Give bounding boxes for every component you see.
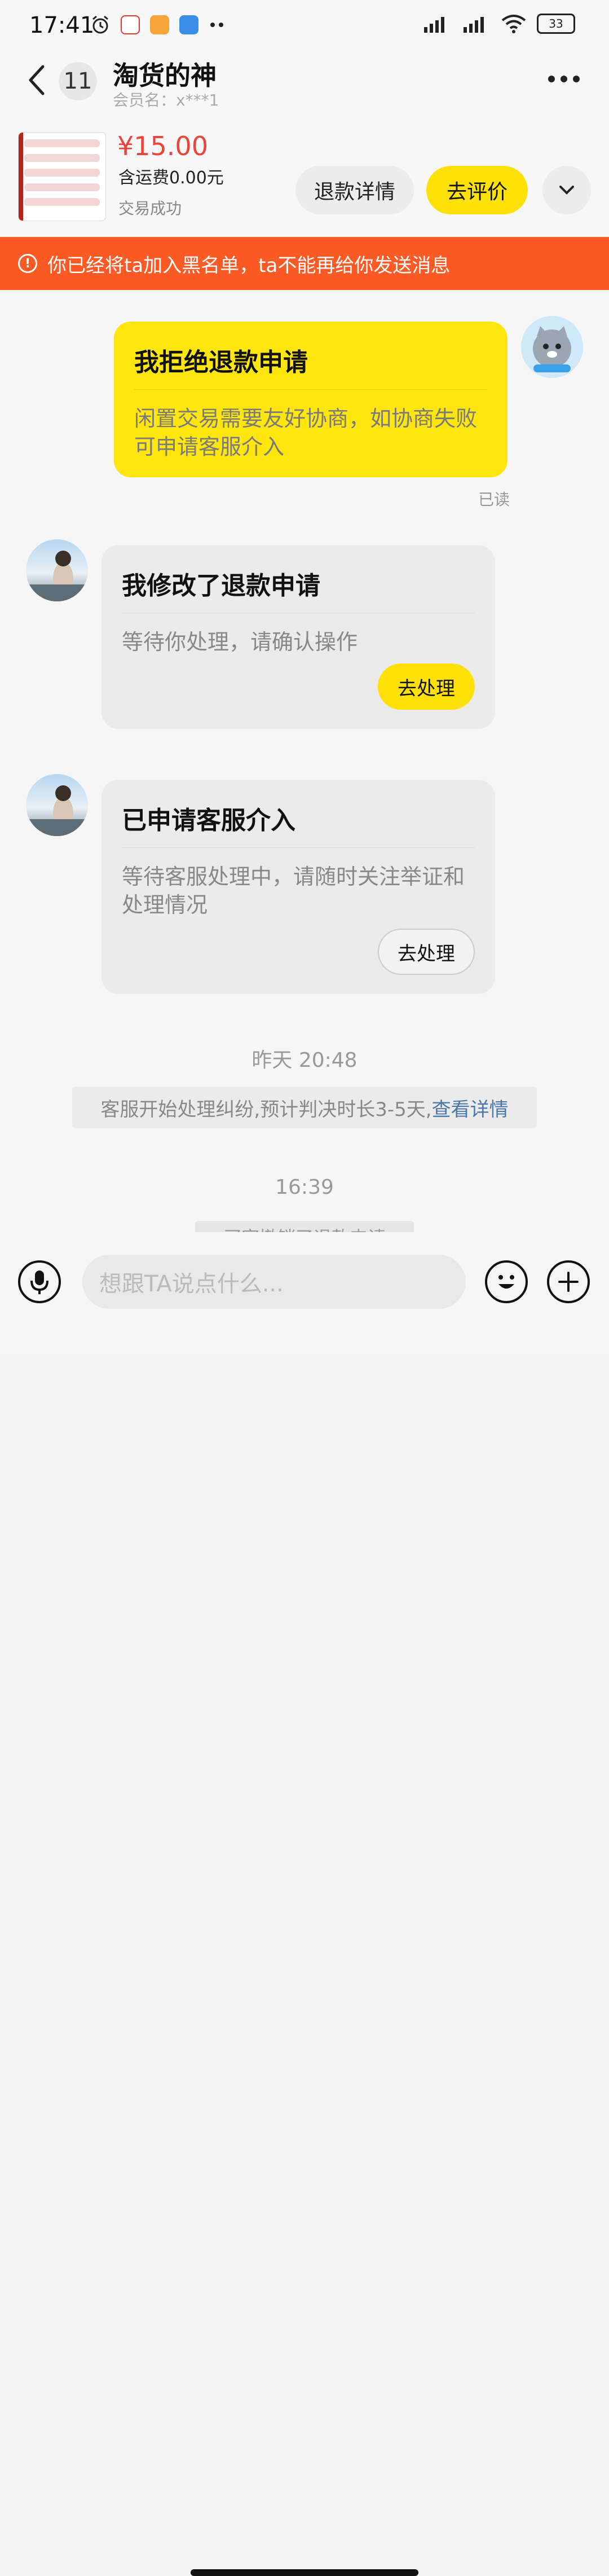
- status-time: 17:41: [29, 12, 95, 38]
- message-body: 等待客服处理中，请随时关注举证和处理情况: [122, 864, 465, 917]
- app-notification-icon: [179, 15, 198, 34]
- chevron-down-icon: [559, 186, 574, 195]
- read-status: 已读: [478, 490, 510, 509]
- message-input[interactable]: 想跟TA说点什么...: [82, 1255, 466, 1309]
- message-bubble[interactable]: 我修改了退款申请 等待你处理，请确认操作 去处理: [102, 545, 495, 729]
- wifi-icon: [501, 15, 526, 33]
- home-indicator: [191, 2569, 418, 2576]
- page-title: 淘货的神: [113, 60, 217, 91]
- expand-button[interactable]: [542, 166, 591, 214]
- chat-area[interactable]: 我拒绝退款申请 闲置交易需要友好协商，如协商失败可申请客服介入 已读 我修改了退…: [0, 290, 609, 1238]
- order-card[interactable]: ¥15.00 含运费0.00元 交易成功 退款详情 去评价: [0, 124, 609, 237]
- message-title: 我拒绝退款申请: [134, 348, 308, 377]
- chat-header: 11 淘货的神 会员名：x***1: [0, 51, 609, 124]
- view-details-link[interactable]: 查看详情: [432, 1094, 509, 1122]
- photo-avatar-icon: [26, 785, 88, 836]
- app-notification-icon: [121, 15, 140, 34]
- message-body: 等待你处理，请确认操作: [122, 630, 358, 654]
- cat-avatar-icon: [521, 316, 583, 378]
- alarm-icon: [92, 15, 108, 34]
- system-message: 客服开始处理纠纷,预计判决时长3-5天, 查看详情: [72, 1087, 537, 1128]
- message-body: 闲置交易需要友好协商，如协商失败可申请客服介入: [134, 406, 478, 459]
- handle-button[interactable]: 去处理: [378, 663, 475, 710]
- more-notifications-icon: [210, 23, 223, 27]
- plus-icon: [558, 1272, 579, 1292]
- avatar[interactable]: [26, 539, 88, 601]
- app-notification-icon: [150, 15, 169, 34]
- signal-icon: [424, 17, 444, 33]
- signal-icon: [464, 17, 484, 33]
- handle-button[interactable]: 去处理: [378, 929, 475, 975]
- alert-icon: !: [18, 254, 37, 273]
- member-name: 会员名：x***1: [113, 91, 219, 109]
- back-icon[interactable]: [25, 63, 47, 97]
- battery-level: 33: [549, 17, 563, 30]
- photo-avatar-icon: [26, 551, 88, 601]
- message-bubble[interactable]: 我拒绝退款申请 闲置交易需要友好协商，如协商失败可申请客服介入: [114, 322, 508, 477]
- battery-icon: 33: [537, 14, 575, 34]
- voice-button[interactable]: [18, 1260, 61, 1303]
- timestamp: 16:39: [275, 1176, 334, 1199]
- status-notification-icons: [90, 15, 226, 35]
- blacklist-banner: ! 你已经将ta加入黑名单，ta不能再给你发送消息: [0, 237, 609, 290]
- unread-count-badge[interactable]: 11: [59, 62, 97, 100]
- order-price: ¥15.00: [117, 131, 208, 161]
- product-thumbnail[interactable]: [18, 132, 106, 221]
- emoji-button[interactable]: [485, 1260, 528, 1303]
- emoji-icon: [498, 1275, 514, 1289]
- more-options-icon[interactable]: [541, 68, 586, 90]
- avatar[interactable]: [521, 316, 583, 378]
- input-bar: 想跟TA说点什么...: [0, 1232, 609, 2576]
- order-shipping: 含运费0.00元: [118, 168, 224, 188]
- status-bar: 17:41 33: [0, 0, 609, 51]
- status-system-icons: 33: [422, 14, 575, 34]
- more-actions-button[interactable]: [547, 1260, 590, 1303]
- system-message-text: 客服开始处理纠纷,预计判决时长3-5天,: [100, 1098, 432, 1121]
- refund-detail-button[interactable]: 退款详情: [295, 166, 414, 214]
- message-bubble[interactable]: 已申请客服介入 等待客服处理中，请随时关注举证和处理情况 去处理: [102, 780, 495, 994]
- avatar[interactable]: [26, 774, 88, 836]
- message-title: 已申请客服介入: [122, 806, 295, 835]
- review-button[interactable]: 去评价: [426, 166, 528, 214]
- banner-text: 你已经将ta加入黑名单，ta不能再给你发送消息: [47, 254, 451, 277]
- timestamp: 昨天 20:48: [251, 1049, 358, 1072]
- microphone-icon: [30, 1271, 48, 1294]
- message-title: 我修改了退款申请: [122, 572, 320, 600]
- order-state: 交易成功: [118, 199, 182, 218]
